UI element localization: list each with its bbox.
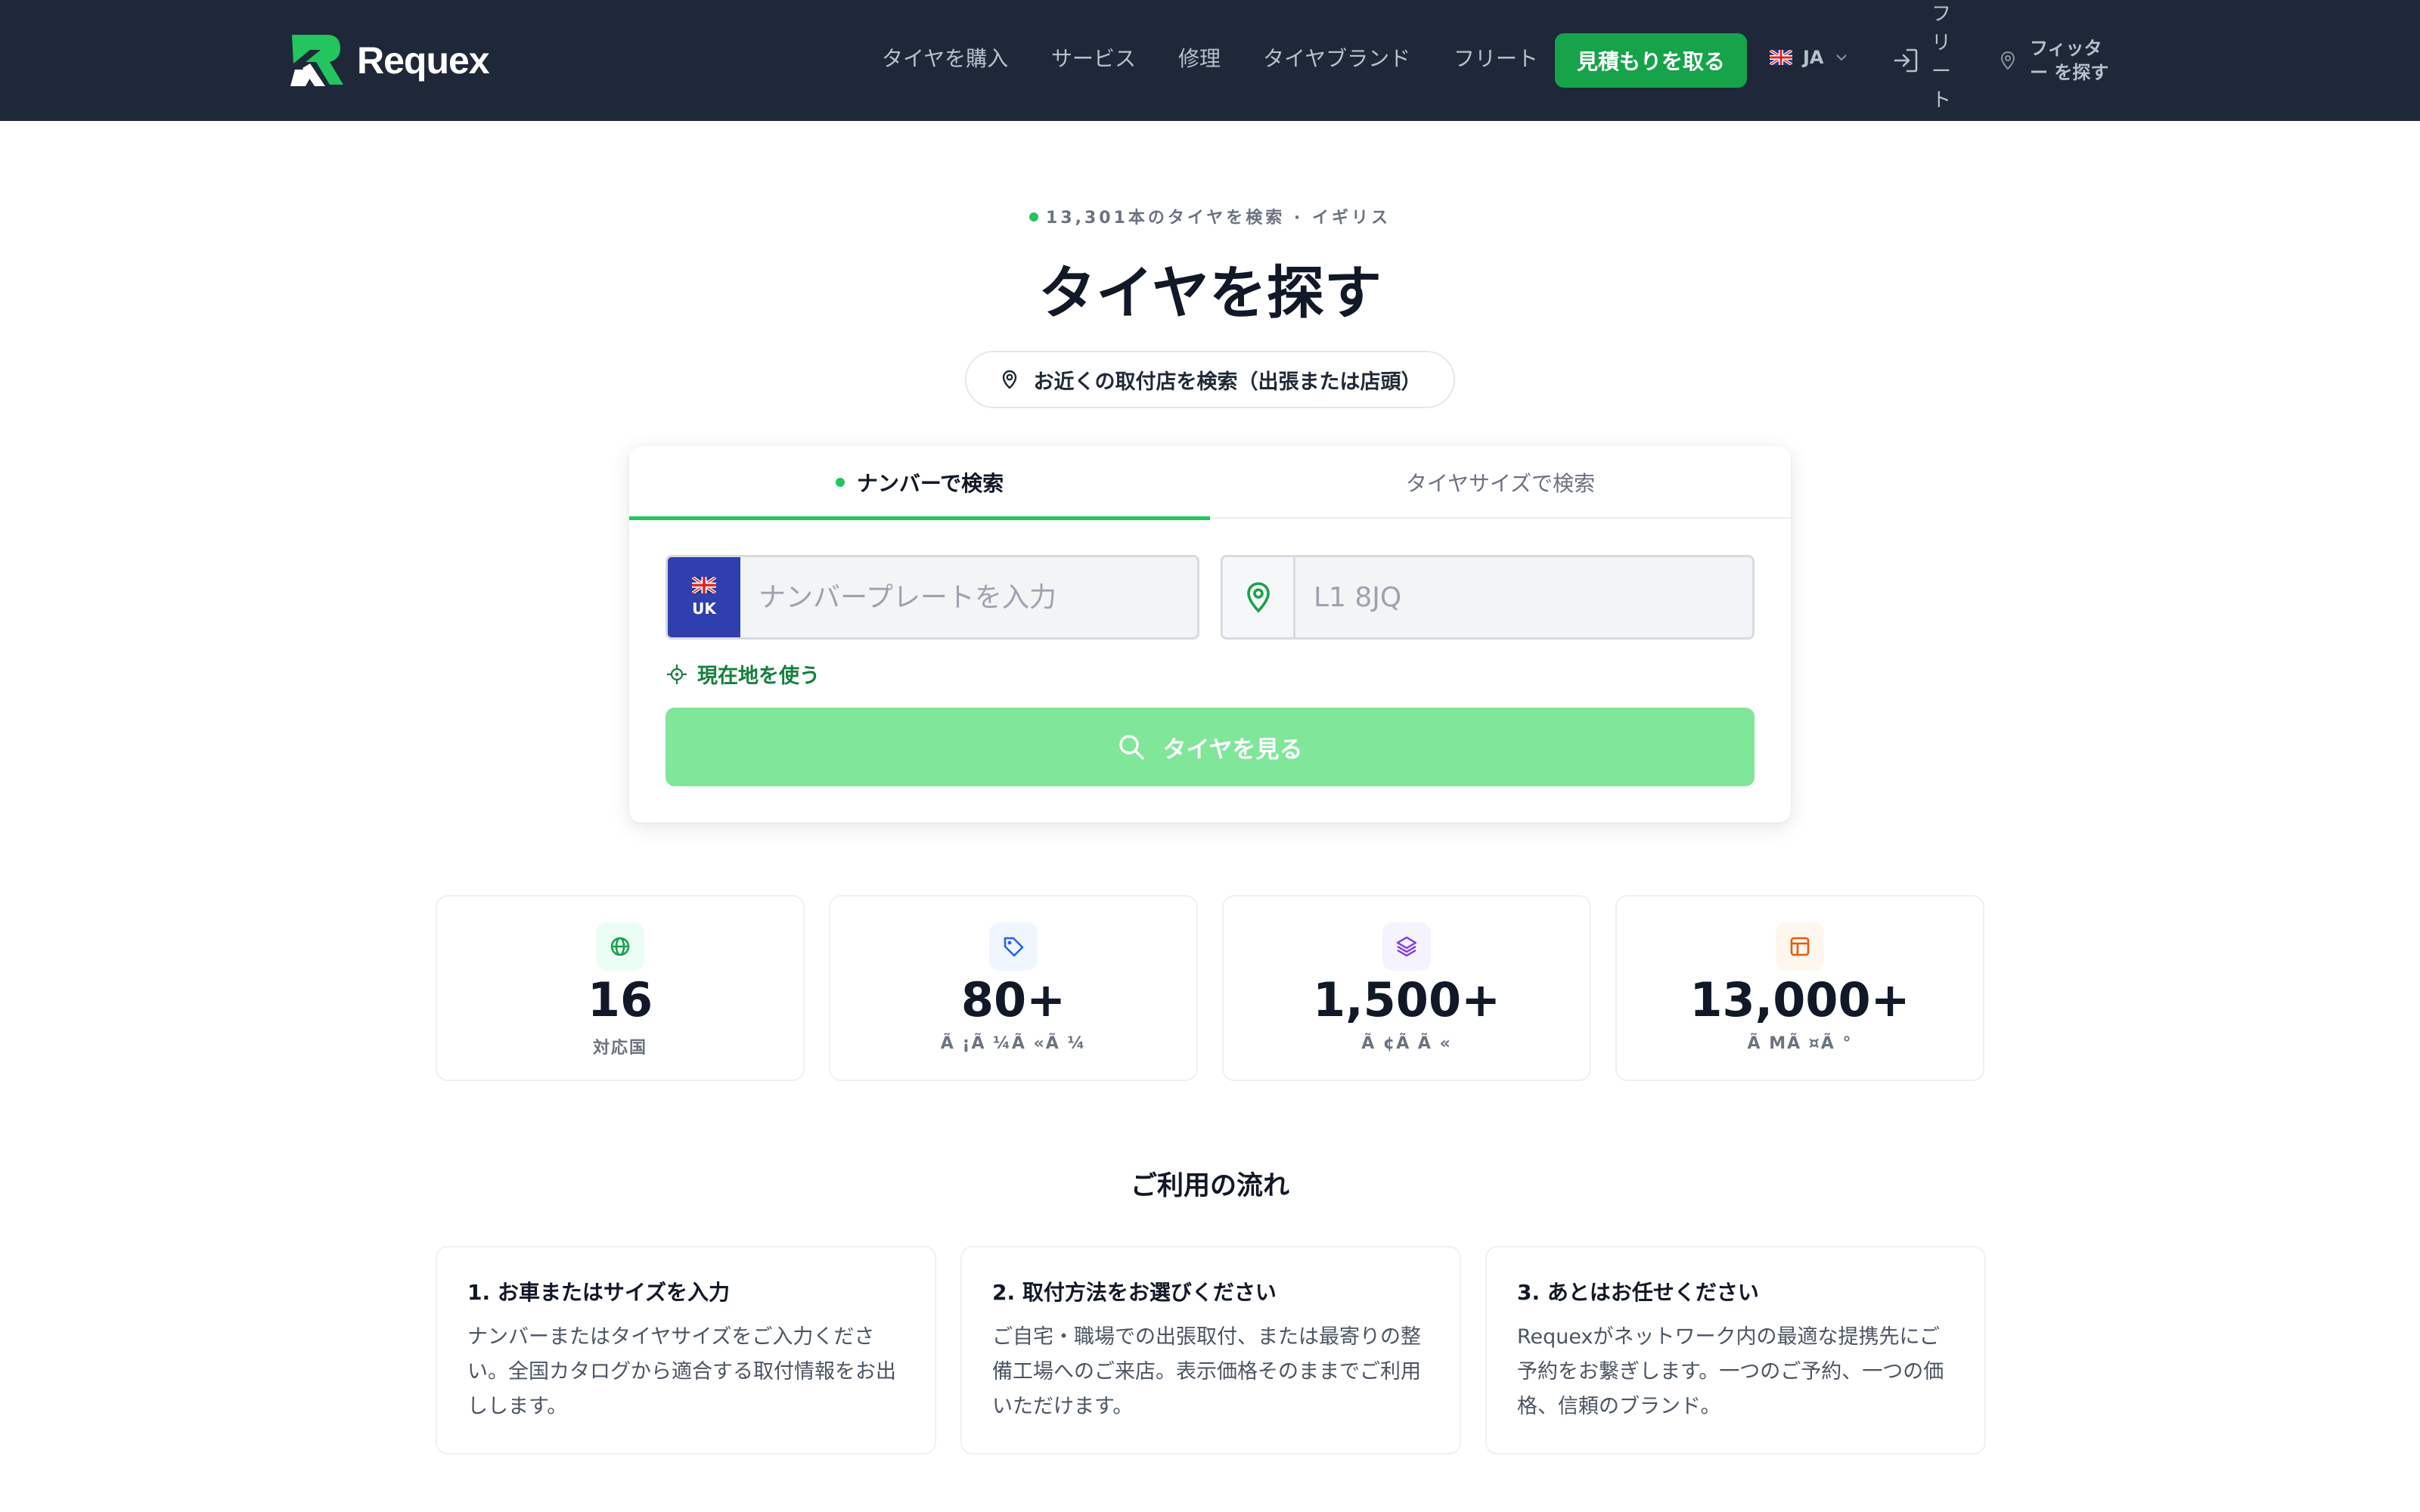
step-description: Requexがネットワーク内の最適な提携先にご予約をお繋ぎします。一つのご予約、… [1517, 1325, 1944, 1418]
uk-plate-badge: UK [668, 557, 740, 637]
use-current-location-label: 現在地を使う [697, 665, 820, 688]
stat-label: 対応国 [592, 1039, 647, 1058]
location-pin-icon [1246, 582, 1270, 613]
chevron-down-icon [1835, 54, 1847, 61]
uk-flag-icon [1770, 50, 1792, 65]
step-description: ご自宅・職場での出張取付、または最寄りの整備工場へのご来店。表示価格そのままでご… [992, 1325, 1421, 1418]
box-icon [1776, 922, 1824, 971]
fleet-vertical-link[interactable]: フリート [1930, 0, 1953, 115]
step-title: 2. 取付方法をお選びください [992, 1280, 1277, 1305]
login-icon[interactable] [1891, 45, 1921, 76]
eyebrow-text: 13,301本のタイヤを検索 · イギリス [1046, 209, 1391, 228]
postcode-field [1221, 555, 1754, 640]
postcode-input[interactable] [1295, 557, 1752, 637]
postcode-icon-box [1223, 557, 1295, 637]
find-nearby-fitter-button[interactable]: お近くの取付店を検索（出張または店頭） [965, 351, 1455, 408]
search-icon [1119, 735, 1145, 760]
crosshair-icon [667, 664, 687, 684]
location-pin-icon [1002, 370, 1016, 389]
globe-icon [596, 922, 644, 971]
page-title: タイヤを探す [1038, 259, 1382, 327]
top-nav-bar: Requex タイヤを購入 サービス 修理 タイヤブランド フリート 見積もりを… [0, 0, 2420, 121]
stat-card-tyres: 13,000+ Ã MÃ ¤Ã ° [1615, 895, 1984, 1081]
nav-services[interactable]: サービス [1051, 42, 1136, 73]
how-it-works-title: ご利用の流れ [1130, 1171, 1289, 1201]
stat-value: 1,500+ [1312, 972, 1501, 1027]
brand-name: Requex [357, 39, 490, 82]
find-fitter-label: フィッター を探す [2030, 38, 2109, 83]
stat-value: 16 [587, 972, 653, 1027]
tab-label: ナンバーで検索 [856, 471, 1004, 496]
tab-search-by-plate[interactable]: ナンバーで検索 [629, 446, 1210, 520]
live-dot-icon [1029, 212, 1039, 222]
use-current-location-button[interactable]: 現在地を使う [666, 659, 820, 689]
step-description: ナンバーまたはタイヤサイズをご入力ください。全国カタログから適合する取付情報をお… [467, 1325, 896, 1418]
stat-label: Ã ¡Ã ¼Ã «Ã ¼ [940, 1034, 1087, 1053]
find-nearby-fitter-label: お近くの取付店を検索（出張または店頭） [1033, 370, 1422, 394]
language-selector[interactable]: JA [1770, 47, 1848, 68]
layers-icon [1382, 922, 1431, 971]
nav-repair[interactable]: 修理 [1178, 42, 1221, 73]
nav-buy-tyres[interactable]: タイヤを購入 [882, 42, 1008, 73]
search-tabs: ナンバーで検索 タイヤサイズで検索 [629, 446, 1791, 520]
requex-logo-icon [290, 35, 343, 86]
active-tab-dot-icon [835, 478, 845, 487]
number-plate-field: UK [666, 555, 1199, 640]
tab-label: タイヤサイズで検索 [1405, 471, 1596, 496]
nav-fleet[interactable]: フリート [1454, 42, 1538, 73]
step-card: 1. お車またはサイズを入力 ナンバーまたはタイヤサイズをご入力ください。全国カ… [436, 1246, 936, 1455]
step-card: 2. 取付方法をお選びください ご自宅・職場での出張取付、または最寄りの整備工場… [960, 1246, 1461, 1455]
uk-flag-icon [692, 577, 716, 593]
stat-value: 80+ [960, 972, 1066, 1027]
requex-logo[interactable]: Requex [287, 30, 490, 91]
number-plate-input[interactable] [740, 557, 1197, 637]
language-code: JA [1803, 47, 1824, 68]
get-quote-button[interactable]: 見積もりを取る [1555, 33, 1747, 88]
stat-card-countries: 16 対応国 [436, 895, 805, 1081]
fleet-vertical-label: フリート [1931, 3, 1951, 112]
tyre-count-eyebrow: 13,301本のタイヤを検索 · イギリス [0, 204, 2420, 228]
step-title: 3. あとはお任せください [1517, 1280, 1759, 1305]
tyre-search-card: ナンバーで検索 タイヤサイズで検索 UK ナンバープレートを入力 L1 8JQ … [629, 446, 1791, 823]
location-pin-icon [2000, 51, 2015, 70]
find-fitter-link[interactable]: フィッター を探す [2000, 36, 2113, 85]
nav-tyre-brands[interactable]: タイヤブランド [1263, 42, 1410, 73]
stat-value: 13,000+ [1689, 972, 1910, 1027]
step-card: 3. あとはお任せください Requexがネットワーク内の最適な提携先にご予約を… [1485, 1246, 1986, 1455]
tab-search-by-size[interactable]: タイヤサイズで検索 [1210, 446, 1791, 519]
view-tyres-button[interactable]: タイヤを見る [666, 708, 1754, 786]
stat-card-fitters: 1,500+ Ã ¢Ã Ã « [1222, 895, 1591, 1081]
step-title: 1. お車またはサイズを入力 [467, 1280, 731, 1305]
stat-label: Ã ¢Ã Ã « [1361, 1034, 1452, 1053]
plate-country-code: UK [692, 600, 716, 618]
stat-card-brands: 80+ Ã ¡Ã ¼Ã «Ã ¼ [829, 895, 1198, 1081]
stat-label: Ã MÃ ¤Ã ° [1747, 1034, 1853, 1053]
tag-icon [989, 922, 1038, 971]
view-tyres-label: タイヤを見る [1162, 736, 1303, 764]
